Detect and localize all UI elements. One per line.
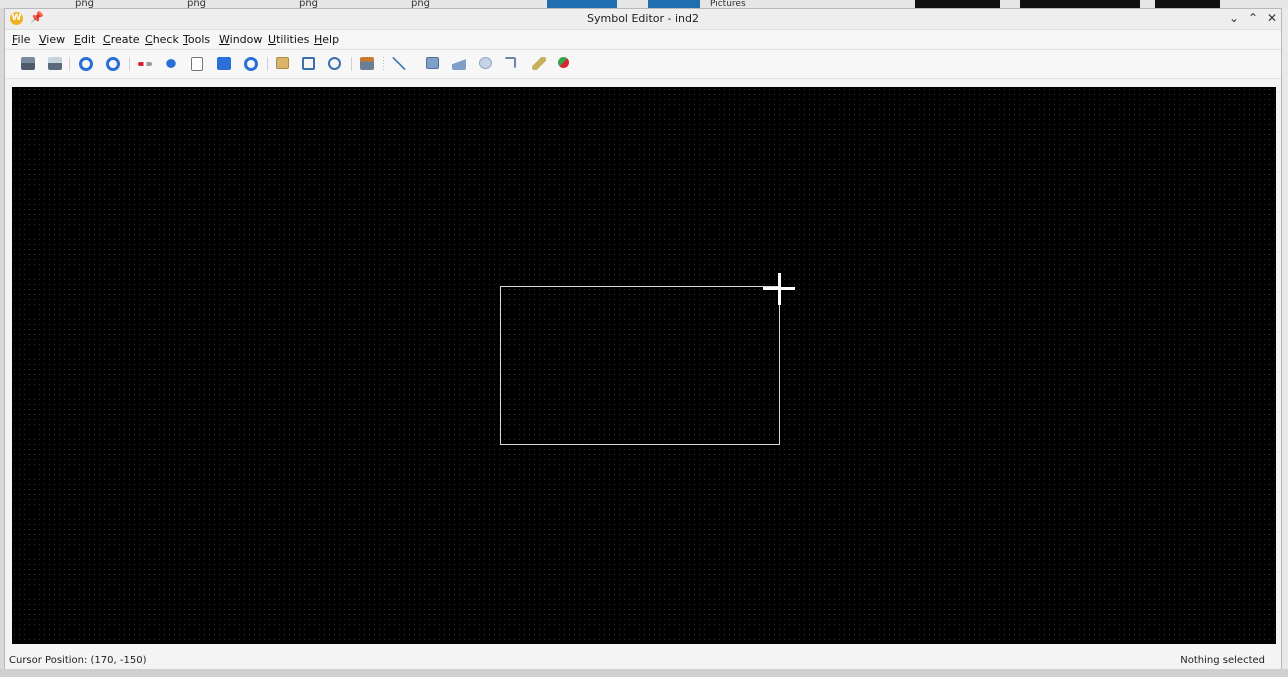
toolbar-separator	[383, 57, 384, 71]
toolbar-separator	[69, 57, 70, 71]
menu-bar: File View Edit Create Check Tools Window…	[5, 30, 1281, 48]
circle-icon[interactable]	[479, 57, 492, 69]
redo-icon[interactable]	[106, 57, 120, 71]
menu-mnemonic: E	[74, 33, 81, 46]
copy-icon[interactable]	[191, 57, 203, 71]
menu-mnemonic: C	[145, 33, 153, 46]
polygon-icon[interactable]	[452, 57, 466, 70]
background-thumbnail	[648, 0, 700, 8]
status-bar: Cursor Position: (170, -150) Nothing sel…	[5, 653, 1281, 669]
print-preview-icon[interactable]	[48, 57, 62, 70]
menu-label: tilities	[276, 33, 310, 46]
menu-check[interactable]: Check	[145, 33, 179, 46]
rectangle-icon[interactable]	[426, 57, 439, 69]
rotate-icon[interactable]	[244, 57, 258, 71]
background-thumbnail	[1020, 0, 1140, 8]
pin-arrange-icon[interactable]	[138, 62, 152, 66]
menu-label: reate	[110, 33, 140, 46]
background-thumb-label: png	[187, 0, 207, 8]
menu-mnemonic: U	[268, 33, 277, 46]
toolbar-separator	[351, 57, 352, 71]
rectangle-shape[interactable]	[500, 286, 780, 445]
menu-label: dit	[80, 33, 96, 46]
background-bottom-strip	[0, 669, 1288, 677]
pen-icon[interactable]	[532, 57, 546, 70]
menu-label: ools	[187, 33, 211, 46]
menu-label: iew	[46, 33, 66, 46]
close-button[interactable]: ✕	[1264, 11, 1280, 25]
menu-file[interactable]: File	[12, 33, 30, 46]
background-thumbnail	[915, 0, 1000, 8]
print-icon[interactable]	[21, 57, 35, 70]
cursor-position-readout: Cursor Position: (170, -150)	[9, 655, 147, 666]
menu-label: indow	[229, 33, 263, 46]
selection-status: Nothing selected	[1180, 655, 1265, 666]
window-title: Symbol Editor - ind2	[587, 12, 699, 25]
polyline-icon[interactable]	[505, 57, 516, 68]
maximize-button[interactable]: ⌃	[1245, 11, 1261, 25]
title-bar[interactable]: W 📌 Symbol Editor - ind2 ⌄ ⌃ ✕	[5, 9, 1281, 30]
toolbar	[5, 49, 1281, 79]
background-thumbnail	[547, 0, 617, 8]
menu-view[interactable]: View	[39, 33, 65, 46]
symbol-editor-window: W 📌 Symbol Editor - ind2 ⌄ ⌃ ✕ File View…	[4, 8, 1282, 669]
menu-label: heck	[152, 33, 179, 46]
minimize-button[interactable]: ⌄	[1226, 11, 1242, 25]
move-icon[interactable]	[164, 57, 178, 70]
stretch-icon[interactable]	[217, 57, 231, 70]
menu-label: elp	[322, 33, 340, 46]
menu-utilities[interactable]: Utilities	[268, 33, 309, 46]
background-window-edge	[1282, 8, 1288, 677]
crosshair-cursor-icon	[763, 287, 795, 290]
menu-window[interactable]: Window	[219, 33, 262, 46]
menu-label: ile	[17, 33, 31, 46]
toolbar-separator	[129, 57, 130, 71]
background-thumbnail	[1155, 0, 1220, 8]
pan-icon[interactable]	[328, 57, 341, 70]
symbol-icon[interactable]	[360, 57, 374, 70]
background-thumb-label: png	[299, 0, 319, 8]
property-icon[interactable]	[276, 57, 289, 69]
toolbar-separator	[267, 57, 268, 71]
menu-tools[interactable]: Tools	[183, 33, 210, 46]
zoom-fit-icon[interactable]	[302, 57, 315, 70]
menu-mnemonic: C	[103, 33, 111, 46]
menu-edit[interactable]: Edit	[74, 33, 95, 46]
menu-mnemonic: W	[219, 33, 230, 46]
pin-add-icon[interactable]	[558, 57, 569, 68]
menu-create[interactable]: Create	[103, 33, 140, 46]
background-folder-label: Pictures	[710, 0, 746, 8]
line-icon[interactable]	[392, 57, 406, 70]
drawing-canvas[interactable]	[12, 87, 1276, 644]
undo-icon[interactable]	[79, 57, 93, 71]
background-thumb-label: png	[75, 0, 95, 8]
background-thumb-label: png	[411, 0, 431, 8]
menu-help[interactable]: Help	[314, 33, 339, 46]
